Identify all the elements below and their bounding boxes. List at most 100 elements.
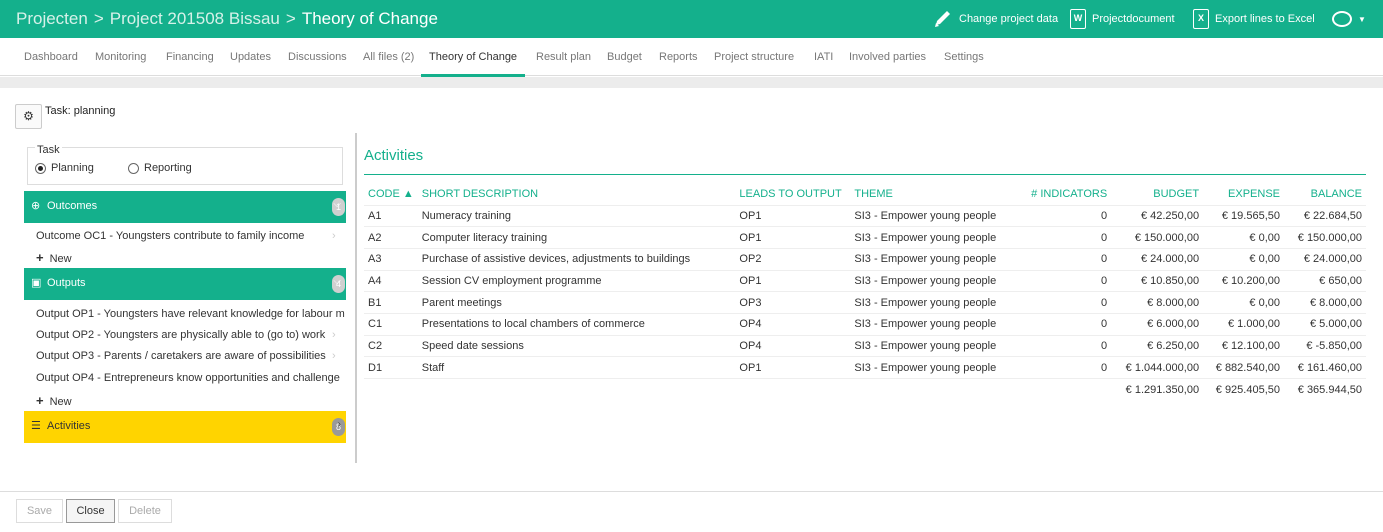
tab-reports[interactable]: Reports: [659, 38, 698, 76]
tab-budget[interactable]: Budget: [607, 38, 642, 76]
delete-button[interactable]: Delete: [118, 499, 172, 523]
radio-reporting-label: Reporting: [144, 162, 192, 174]
tab-all-files[interactable]: All files (2): [363, 38, 414, 76]
task-legend: Task: [35, 144, 62, 156]
output-item-label: Output OP1 - Youngsters have relevant kn…: [36, 308, 345, 320]
breadcrumb-project[interactable]: Project 201508 Bissau: [110, 9, 280, 28]
activities-section-header[interactable]: ☰ Activities 8 ›: [24, 411, 346, 443]
outputs-section-header[interactable]: ▣ Outputs 4 ⌵: [24, 268, 346, 300]
output-item[interactable]: Output OP3 - Parents / caretakers are aw…: [36, 350, 346, 362]
table-row[interactable]: C1 Presentations to local chambers of com…: [364, 313, 1366, 336]
task-mode-group: Task Planning Reporting: [27, 144, 343, 185]
breadcrumb-separator: >: [93, 9, 104, 28]
tab-financing[interactable]: Financing: [166, 38, 214, 76]
col-expense[interactable]: EXPENSE: [1203, 183, 1284, 206]
cell-budget: € 24.000,00: [1111, 248, 1204, 271]
cell-balance: € 24.000,00: [1284, 248, 1366, 271]
output-item[interactable]: Output OP2 - Youngsters are physically a…: [36, 329, 346, 341]
breadcrumb-separator: >: [285, 9, 296, 28]
tab-monitoring[interactable]: Monitoring: [95, 38, 146, 76]
plus-icon: +: [36, 250, 44, 265]
outputs-title: Outputs: [47, 277, 86, 289]
new-outcome-label: New: [49, 253, 72, 265]
totals-row: € 1.291.350,00 € 925.405,50 € 365.944,50: [364, 379, 1366, 401]
output-item[interactable]: Output OP1 - Youngsters have relevant kn…: [36, 308, 346, 320]
cell-description: Presentations to local chambers of comme…: [417, 313, 736, 336]
col-leads-to-output[interactable]: LEADS TO OUTPUT: [735, 183, 851, 206]
cell-balance: € 5.000,00: [1284, 313, 1366, 336]
cell-theme: SI3 - Empower young people: [850, 335, 1001, 358]
tab-settings[interactable]: Settings: [944, 38, 984, 76]
cell-output: OP3: [735, 291, 851, 314]
globe-icon: ⊕: [31, 200, 41, 212]
change-project-data-button[interactable]: Change project data: [933, 8, 1058, 30]
cell-description: Purchase of assistive devices, adjustmen…: [417, 248, 736, 271]
cell-code: A4: [364, 270, 418, 293]
table-row[interactable]: A2 Computer literacy training OP1 SI3 - Emp…: [364, 226, 1366, 249]
table-row[interactable]: A1 Numeracy training OP1 SI3 - Empower youn…: [364, 205, 1366, 228]
cell-description: Parent meetings: [417, 291, 736, 314]
col-indicators[interactable]: # INDICATORS: [1000, 183, 1112, 206]
table-row[interactable]: C2 Speed date sessions OP4 SI3 - Empower yo…: [364, 335, 1366, 358]
chevron-right-icon: ›: [337, 419, 341, 430]
cell-budget: € 150.000,00: [1111, 226, 1204, 249]
col-budget[interactable]: BUDGET: [1111, 183, 1204, 206]
table-row[interactable]: A4 Session CV employment programme OP1 SI3 …: [364, 270, 1366, 293]
outcome-item[interactable]: Outcome OC1 - Youngsters contribute to f…: [36, 230, 346, 242]
tab-theory-of-change[interactable]: Theory of Change: [421, 38, 526, 77]
new-outcome-link[interactable]: + New: [36, 250, 72, 265]
radio-planning[interactable]: Planning: [35, 162, 94, 174]
cell-output: OP1: [735, 270, 851, 293]
tab-project-structure[interactable]: Project structure: [714, 38, 794, 76]
output-item-label: Output OP4 - Entrepreneurs know opportun…: [36, 372, 340, 384]
task-settings-button[interactable]: ⚙: [15, 104, 42, 129]
cell-code: B1: [364, 291, 418, 314]
col-code[interactable]: CODE ▲: [364, 183, 418, 206]
cell-budget: € 6.000,00: [1111, 313, 1204, 336]
tab-iati[interactable]: IATI: [814, 38, 833, 76]
cell-code: A1: [364, 205, 418, 228]
outcomes-section-header[interactable]: ⊕ Outcomes 1 ⌵: [24, 191, 346, 223]
word-document-icon: W: [1070, 9, 1086, 29]
projectdocument-button[interactable]: W Projectdocument: [1070, 8, 1175, 30]
export-excel-button[interactable]: X Export lines to Excel: [1193, 8, 1315, 30]
new-output-label: New: [49, 396, 72, 408]
chevron-down-icon: ⌵: [333, 199, 341, 210]
cell-output: OP1: [735, 205, 851, 228]
tab-result-plan[interactable]: Result plan: [536, 38, 591, 76]
total-budget: € 1.291.350,00: [1125, 383, 1200, 396]
tab-dashboard[interactable]: Dashboard: [24, 38, 78, 76]
cell-balance: € -5.850,00: [1284, 335, 1366, 358]
col-short-description[interactable]: SHORT DESCRIPTION: [417, 183, 736, 206]
radio-reporting[interactable]: Reporting: [128, 162, 192, 174]
table-row[interactable]: B1 Parent meetings OP3 SI3 - Empower young …: [364, 291, 1366, 314]
cell-budget: € 42.250,00: [1111, 205, 1204, 228]
cell-balance: € 650,00: [1284, 270, 1366, 293]
output-item[interactable]: Output OP4 - Entrepreneurs know opportun…: [36, 372, 346, 384]
cell-balance: € 150.000,00: [1284, 226, 1366, 249]
tab-involved-parties[interactable]: Involved parties: [849, 38, 926, 76]
chat-menu-button[interactable]: ▼: [1332, 8, 1366, 30]
task-title: Task: planning: [45, 105, 116, 117]
app-header: Projecten > Project 201508 Bissau > Theory o…: [0, 0, 1383, 38]
close-button[interactable]: Close: [66, 499, 115, 523]
save-button[interactable]: Save: [16, 499, 63, 523]
cell-code: A3: [364, 248, 418, 271]
footer-divider: [0, 491, 1383, 492]
title-underline: [364, 174, 1366, 175]
export-excel-label: Export lines to Excel: [1215, 13, 1315, 25]
cell-indicators: 0: [1000, 313, 1112, 336]
table-row[interactable]: D1 Staff OP1 SI3 - Empower young people 0 € 1…: [364, 356, 1366, 379]
cell-expense: € 10.200,00: [1203, 270, 1284, 293]
tab-updates[interactable]: Updates: [230, 38, 271, 76]
col-balance[interactable]: BALANCE: [1284, 183, 1366, 206]
tab-discussions[interactable]: Discussions: [288, 38, 347, 76]
col-theme[interactable]: THEME: [850, 183, 1001, 206]
total-balance: € 365.944,50: [1297, 383, 1362, 396]
new-output-link[interactable]: + New: [36, 393, 72, 408]
breadcrumb-projects[interactable]: Projecten: [16, 9, 88, 28]
cell-balance: € 161.460,00: [1284, 356, 1366, 379]
cell-balance: € 22.684,50: [1284, 205, 1366, 228]
table-row[interactable]: A3 Purchase of assistive devices, adjustm…: [364, 248, 1366, 271]
chevron-down-icon: ▼: [1358, 14, 1366, 24]
